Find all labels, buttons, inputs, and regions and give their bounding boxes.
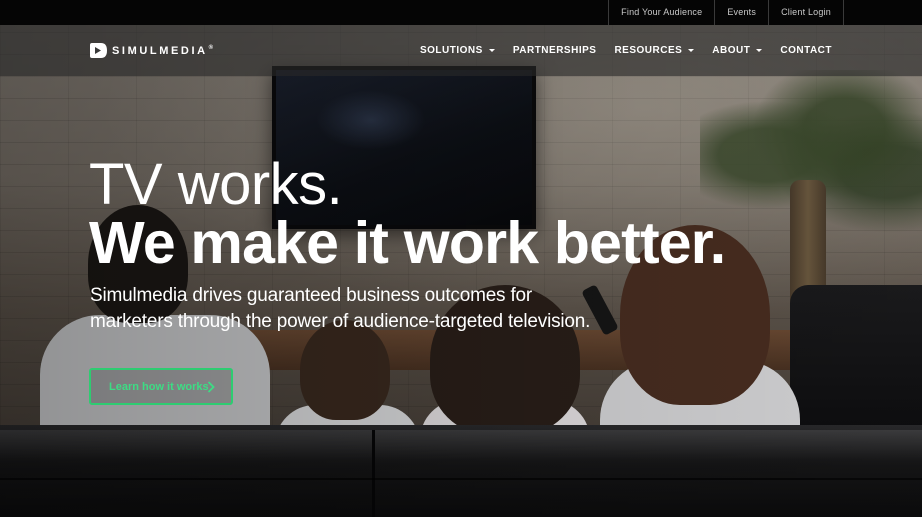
nav-item-label: ABOUT xyxy=(712,45,751,56)
hero-headline-line2: We make it work better. xyxy=(89,210,726,276)
primary-nav: SOLUTIONS PARTNERSHIPS RESOURCES ABOUT C… xyxy=(402,25,832,76)
hero-headline-line1: TV works. xyxy=(89,152,343,217)
nav-item-about[interactable]: ABOUT xyxy=(712,45,763,56)
nav-item-resources[interactable]: RESOURCES xyxy=(614,45,695,56)
simulmedia-logo-icon xyxy=(90,43,107,58)
main-navbar: SIMULMEDIA® SOLUTIONS PARTNERSHIPS RESOU… xyxy=(0,25,922,76)
caret-down-icon xyxy=(756,49,763,52)
caret-down-icon xyxy=(688,49,695,52)
utility-link-client-login[interactable]: Client Login xyxy=(768,0,844,25)
utility-links: Find Your Audience Events Client Login xyxy=(608,0,844,25)
hero-subhead: Simulmedia drives guaranteed business ou… xyxy=(90,285,591,332)
nav-item-label: SOLUTIONS xyxy=(419,45,483,56)
caret-down-icon xyxy=(488,49,495,52)
simulmedia-logo[interactable]: SIMULMEDIA® xyxy=(89,42,216,59)
nav-item-solutions[interactable]: SOLUTIONS xyxy=(420,45,495,56)
nav-item-label: PARTNERSHIPS xyxy=(512,45,597,56)
utility-bar: Find Your Audience Events Client Login xyxy=(0,0,922,25)
cta-label: Learn how it works xyxy=(109,380,209,393)
utility-link-find-your-audience[interactable]: Find Your Audience xyxy=(608,0,714,25)
nav-item-label: CONTACT xyxy=(780,45,832,56)
nav-item-contact[interactable]: CONTACT xyxy=(780,45,832,56)
brand-name: SIMULMEDIA® xyxy=(112,44,216,57)
nav-item-partnerships[interactable]: PARTNERSHIPS xyxy=(513,45,597,56)
nav-item-label: RESOURCES xyxy=(614,45,683,56)
chevron-right-icon xyxy=(207,381,215,393)
learn-how-it-works-button[interactable]: Learn how it works xyxy=(89,368,233,405)
utility-link-events[interactable]: Events xyxy=(714,0,768,25)
